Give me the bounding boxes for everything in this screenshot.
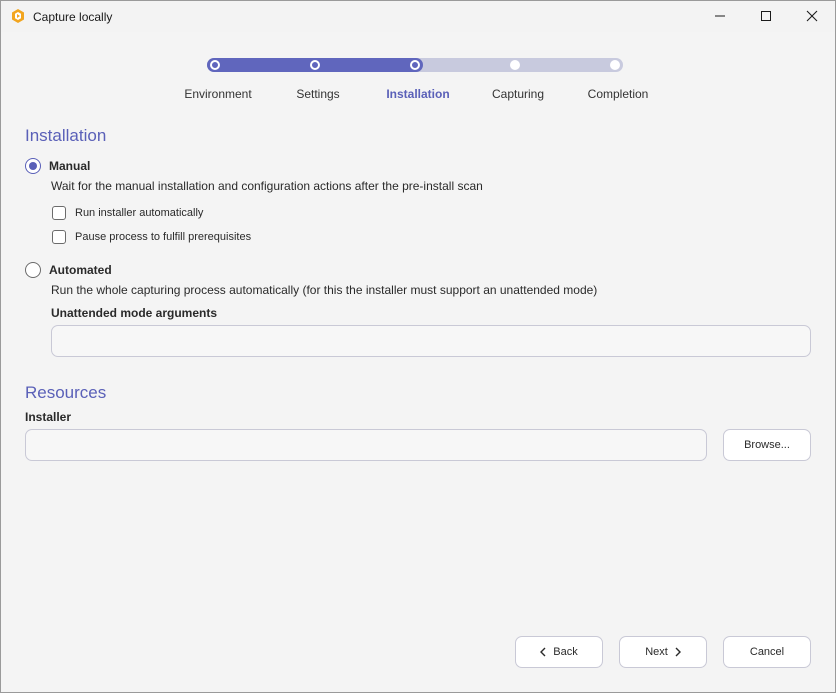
step-dot-installation: [410, 60, 420, 70]
pause-process-label[interactable]: Pause process to fulfill prerequisites: [75, 231, 251, 243]
step-label-completion: Completion: [587, 87, 649, 101]
wizard-stepper: Environment Settings Installation Captur…: [1, 53, 835, 105]
chevron-right-icon: [675, 647, 681, 657]
manual-description: Wait for the manual installation and con…: [51, 179, 483, 193]
window-title: Capture locally: [33, 10, 113, 24]
close-icon: [806, 10, 818, 22]
automated-description: Run the whole capturing process automati…: [51, 283, 598, 297]
run-installer-automatically-label[interactable]: Run installer automatically: [75, 207, 203, 219]
automated-radio-label[interactable]: Automated: [49, 263, 112, 277]
minimize-button[interactable]: [697, 1, 743, 32]
next-button[interactable]: Next: [619, 636, 707, 668]
resources-heading: Resources: [25, 383, 107, 402]
step-dot-settings: [310, 60, 320, 70]
close-window-button[interactable]: [789, 1, 835, 32]
browse-button-label: Browse...: [744, 439, 790, 451]
step-label-environment: Environment: [184, 87, 252, 101]
manual-radio[interactable]: [25, 158, 41, 174]
pause-process-checkbox[interactable]: [52, 230, 66, 244]
back-button[interactable]: Back: [515, 636, 603, 668]
chevron-left-icon: [540, 647, 546, 657]
installer-path-input[interactable]: [25, 429, 707, 461]
browse-button[interactable]: Browse...: [723, 429, 811, 461]
capture-locally-window: Capture locally Environment Settings Ins…: [0, 0, 836, 693]
unattended-arguments-input[interactable]: [51, 325, 811, 357]
run-installer-automatically-checkbox[interactable]: [52, 206, 66, 220]
manual-radio-label[interactable]: Manual: [49, 159, 90, 173]
installation-heading: Installation: [25, 126, 107, 145]
unattended-arguments-label: Unattended mode arguments: [51, 306, 218, 320]
step-label-capturing: Capturing: [491, 87, 545, 101]
title-bar: Capture locally: [1, 1, 835, 32]
step-dot-environment: [210, 60, 220, 70]
step-dot-capturing: [510, 60, 520, 70]
minimize-icon: [715, 15, 725, 17]
app-logo-icon: [10, 8, 26, 24]
back-button-label: Back: [553, 646, 578, 658]
installer-label: Installer: [25, 410, 72, 424]
maximize-icon: [761, 11, 771, 21]
next-button-label: Next: [645, 646, 668, 658]
cancel-button-label: Cancel: [749, 646, 785, 658]
maximize-button[interactable]: [743, 1, 789, 32]
step-dot-completion: [610, 60, 620, 70]
step-label-installation: Installation: [386, 87, 450, 101]
step-label-settings: Settings: [296, 87, 340, 101]
automated-radio[interactable]: [25, 262, 41, 278]
cancel-button[interactable]: Cancel: [723, 636, 811, 668]
